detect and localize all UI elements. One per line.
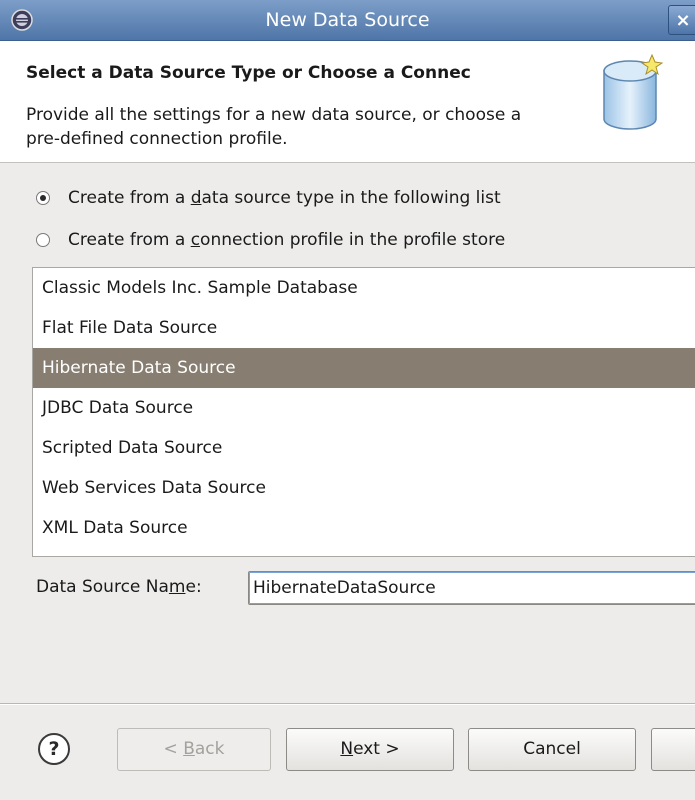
next-button[interactable]: Next > (286, 728, 454, 771)
list-item[interactable]: Classic Models Inc. Sample Database (33, 268, 695, 308)
list-item[interactable]: Flat File Data Source (33, 308, 695, 348)
window-title: New Data Source (265, 9, 430, 31)
list-item[interactable]: XML Data Source (33, 508, 695, 548)
data-source-name-label: Data Source Name: (36, 577, 202, 597)
list-item-selected[interactable]: Hibernate Data Source (33, 348, 695, 388)
list-item[interactable]: Scripted Data Source (33, 428, 695, 468)
data-source-type-list[interactable]: Classic Models Inc. Sample Database Flat… (32, 267, 695, 557)
database-icon (603, 53, 664, 130)
wizard-header: Select a Data Source Type or Choose a Co… (0, 41, 695, 163)
title-bar[interactable]: New Data Source × (0, 0, 695, 41)
radio-button-checked[interactable] (36, 191, 50, 205)
radio-from-profile-label: Create from a connection profile in the … (68, 230, 506, 250)
data-source-name-input[interactable] (248, 571, 695, 605)
page-title: Select a Data Source Type or Choose a Co… (26, 63, 471, 83)
list-item[interactable]: JDBC Data Source (33, 388, 695, 428)
list-item[interactable]: Web Services Data Source (33, 468, 695, 508)
radio-button-unchecked[interactable] (36, 233, 50, 247)
finish-button[interactable] (651, 728, 695, 771)
radio-from-type-label: Create from a data source type in the fo… (68, 188, 501, 208)
radio-from-type[interactable]: Create from a data source type in the fo… (36, 184, 501, 212)
close-icon[interactable]: × (668, 5, 695, 35)
cancel-button[interactable]: Cancel (468, 728, 636, 771)
divider (0, 703, 695, 705)
radio-from-profile[interactable]: Create from a connection profile in the … (36, 226, 505, 254)
help-icon[interactable]: ? (38, 733, 70, 765)
page-description: Provide all the settings for a new data … (26, 105, 522, 149)
back-button[interactable]: < Back (117, 728, 271, 771)
